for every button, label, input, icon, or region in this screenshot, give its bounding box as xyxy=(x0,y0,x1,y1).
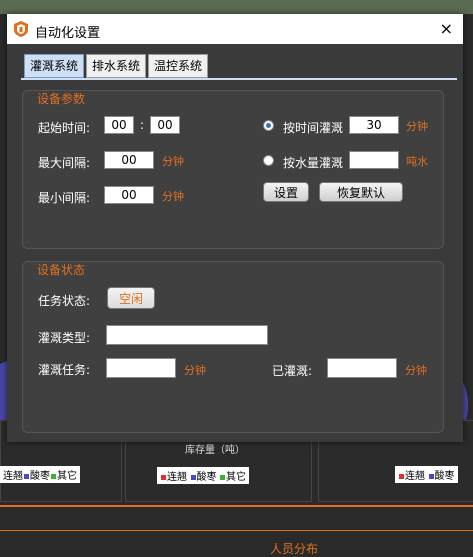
max-interval-label: 最大间隔: xyxy=(38,156,91,170)
by-time-radio[interactable] xyxy=(263,120,274,131)
task-status-label: 任务状态: xyxy=(38,294,91,308)
task-status-badge[interactable]: 空闲 xyxy=(107,287,155,309)
group-title-params: 设备参数 xyxy=(37,92,86,106)
legend-swatch xyxy=(51,474,56,479)
start-minute-input[interactable] xyxy=(150,116,180,134)
legend-item: 其它 xyxy=(57,471,77,482)
legend-item: 其它 xyxy=(226,472,246,483)
by-water-unit: 吨水 xyxy=(406,155,428,168)
by-water-input[interactable] xyxy=(349,151,399,169)
background-section-title: 人员分布 xyxy=(270,542,319,556)
min-interval-unit: 分钟 xyxy=(162,190,184,203)
legend-item: 连翘 xyxy=(405,471,425,482)
background-image-strip xyxy=(0,0,473,14)
legend-swatch xyxy=(161,475,166,480)
irrigation-task-input[interactable] xyxy=(106,358,176,378)
tab-underline xyxy=(21,78,457,80)
background-divider xyxy=(0,530,473,531)
tab-temperature[interactable]: 温控系统 xyxy=(148,54,209,78)
by-water-radio[interactable] xyxy=(263,155,274,166)
legend-swatch xyxy=(428,474,434,479)
irrigation-type-label: 灌溉类型: xyxy=(38,331,91,345)
tab-bar: 灌溉系统 排水系统 温控系统 xyxy=(24,54,210,78)
legend-item: 连翘 xyxy=(167,472,187,483)
irrigated-input[interactable] xyxy=(327,358,397,378)
device-params-group: 设备参数 起始时间: : 最大间隔: 分钟 最小间隔: 分钟 按时间灌溉 分钟 … xyxy=(22,90,444,249)
start-hour-input[interactable] xyxy=(104,116,134,134)
tab-irrigation[interactable]: 灌溉系统 xyxy=(24,54,85,78)
by-water-label: 按水量灌溉 xyxy=(283,156,344,170)
dialog-title: 自动化设置 xyxy=(35,26,101,41)
background-axis-label: 库存量（吨） xyxy=(185,445,245,456)
tab-drainage[interactable]: 排水系统 xyxy=(86,54,147,78)
device-status-group: 设备状态 任务状态: 空闲 灌溉类型: 灌溉任务: 分钟 已灌溉: 分钟 xyxy=(22,261,444,433)
irrigated-label: 已灌溉: xyxy=(272,364,313,378)
legend-item: 酸枣 xyxy=(434,471,455,482)
max-interval-unit: 分钟 xyxy=(162,155,184,168)
set-button[interactable]: 设置 xyxy=(263,182,309,202)
automation-settings-dialog: 自动化设置 × 灌溉系统 排水系统 温控系统 设备参数 起始时间: : 最大间隔… xyxy=(7,14,463,442)
start-time-label: 起始时间: xyxy=(38,121,91,135)
legend-swatch xyxy=(190,475,196,480)
background-legend-right: 连翘 酸枣 xyxy=(395,466,458,483)
reset-default-button[interactable]: 恢复默认 xyxy=(319,182,403,202)
max-interval-input[interactable] xyxy=(104,151,154,169)
legend-item: 酸枣 xyxy=(30,471,50,482)
legend-item: 连翘 xyxy=(3,471,23,482)
shield-logo-icon xyxy=(14,21,28,37)
irrigation-task-label: 灌溉任务: xyxy=(38,363,91,377)
min-interval-input[interactable] xyxy=(104,186,154,204)
background-legend-left: 连翘 酸枣 其它 xyxy=(0,466,80,483)
legend-swatch xyxy=(399,474,404,479)
legend-item: 酸枣 xyxy=(196,472,217,483)
irrigated-unit: 分钟 xyxy=(405,364,427,377)
time-separator: : xyxy=(140,118,145,132)
irrigation-task-unit: 分钟 xyxy=(184,364,206,377)
legend-swatch xyxy=(24,474,29,479)
by-time-input[interactable] xyxy=(349,116,399,134)
legend-swatch xyxy=(220,475,225,480)
by-time-label: 按时间灌溉 xyxy=(283,121,344,135)
by-time-unit: 分钟 xyxy=(406,120,428,133)
background-divider xyxy=(0,505,473,507)
dialog-titlebar[interactable]: 自动化设置 × xyxy=(7,14,463,44)
irrigation-type-input[interactable] xyxy=(106,325,268,345)
background-legend-middle: 连翘 酸枣 其它 xyxy=(157,467,249,484)
close-icon[interactable]: × xyxy=(440,19,453,38)
group-title-status: 设备状态 xyxy=(37,263,86,277)
min-interval-label: 最小间隔: xyxy=(38,191,91,205)
